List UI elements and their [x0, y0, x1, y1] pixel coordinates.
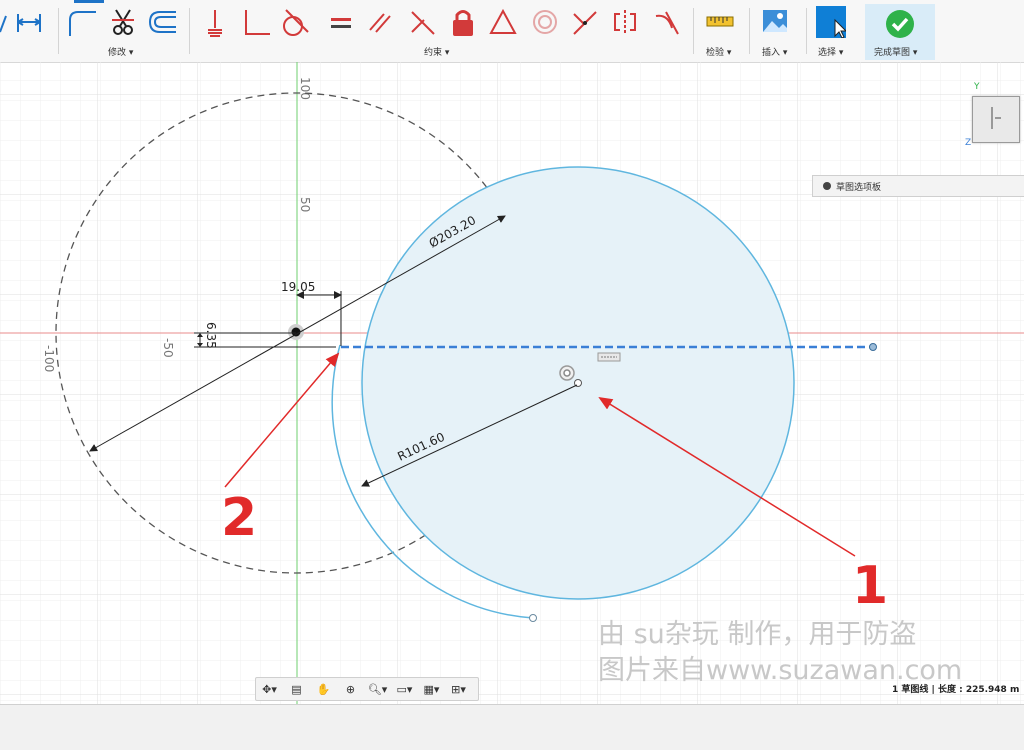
- horizontal-dimension-text[interactable]: 19.05: [281, 280, 315, 294]
- measure-ruler-icon[interactable]: [705, 6, 735, 38]
- axis-label-x-neg100: -100: [42, 345, 56, 372]
- finish-sketch-button[interactable]: 完成草图 ▾: [865, 4, 935, 60]
- watermark: 由 su杂玩 制作，用于防盗 图片来自www.suzawan.com: [598, 617, 962, 689]
- collinear-constraint-icon[interactable]: [408, 6, 438, 38]
- expand-plus-icon[interactable]: [823, 182, 831, 190]
- fix-lock-icon[interactable]: [448, 6, 478, 38]
- constraints-group-label[interactable]: 约束 ▾: [424, 45, 449, 58]
- dimension-icon[interactable]: [14, 6, 44, 38]
- symmetry-constraint-icon[interactable]: [610, 6, 640, 38]
- viewcube-axis-z: Z: [965, 138, 972, 148]
- separator: [806, 8, 807, 54]
- arc-endpoint[interactable]: [529, 614, 537, 622]
- sketch-canvas[interactable]: 100 50 -100 -50 Ø203.20 19.05 6.35 R101.…: [0, 62, 1024, 704]
- trim-scissors-icon[interactable]: [108, 6, 138, 38]
- finish-checkmark-icon: [886, 10, 914, 38]
- display-settings-icon[interactable]: ▭▾: [391, 679, 418, 699]
- orbit-icon[interactable]: ✥▾: [256, 679, 283, 699]
- pan-hand-icon[interactable]: ✋: [310, 679, 337, 699]
- insert-group-label[interactable]: 插入 ▾: [762, 45, 787, 58]
- toolbar: 修改 ▾ 约束 ▾ 检验 ▾ 插入 ▾ 选择 ▾ 完成草图 ▾: [0, 0, 1024, 63]
- insert-image-icon[interactable]: [760, 6, 790, 38]
- viewcube[interactable]: Y Z: [965, 82, 1024, 154]
- viewcube-axis-y: Y: [974, 82, 980, 92]
- parallel-constraint-icon[interactable]: [364, 6, 394, 38]
- annotation-number-1: 1: [852, 556, 888, 616]
- status-readout: 1 草图线 | 长度 : 225.948 m: [892, 685, 1020, 695]
- zoom-icon[interactable]: ⊕: [337, 679, 364, 699]
- navigation-bar: ✥▾ ▤ ✋ ⊕ 🔍︎▾ ▭▾ ▦▾ ⊞▾: [255, 677, 479, 701]
- separator: [749, 8, 750, 54]
- sketch-palette-label: 草图选项板: [836, 182, 882, 193]
- line-endpoint[interactable]: [869, 343, 877, 351]
- axis-label-y-100: 100: [298, 77, 312, 100]
- viewcube-face[interactable]: [972, 96, 1020, 143]
- midpoint-constraint-icon[interactable]: [570, 6, 600, 38]
- select-cursor-icon[interactable]: [816, 6, 850, 42]
- finish-sketch-label: 完成草图 ▾: [874, 48, 918, 58]
- circle-center-point[interactable]: [563, 369, 571, 377]
- vertical-dimension-text[interactable]: 6.35: [204, 322, 218, 349]
- fillet-icon[interactable]: [66, 6, 96, 38]
- watermark-line-1: 由 su杂玩 制作，用于防盗: [598, 619, 917, 650]
- sketch-palette[interactable]: 草图选项板: [812, 175, 1024, 197]
- separator: [189, 8, 190, 54]
- annotation-number-2: 2: [221, 488, 257, 548]
- axis-label-x-neg50: -50: [161, 338, 175, 358]
- axis-label-y-50: 50: [298, 197, 312, 212]
- triangle-constraint-icon[interactable]: [488, 6, 518, 38]
- inspect-group-label[interactable]: 检验 ▾: [706, 45, 731, 58]
- equal-constraint-icon[interactable]: [326, 6, 356, 38]
- bottom-bar: [0, 704, 1024, 750]
- viewports-icon[interactable]: ⊞▾: [445, 679, 472, 699]
- modify-group-label[interactable]: 修改 ▾: [108, 45, 133, 58]
- concentric-constraint-icon[interactable]: [530, 6, 560, 38]
- grid-settings-icon[interactable]: ▦▾: [418, 679, 445, 699]
- viewcube-face-mark: [995, 117, 1001, 119]
- offset-icon[interactable]: [146, 6, 176, 38]
- fit-zoom-icon[interactable]: 🔍︎▾: [364, 679, 391, 699]
- viewcube-face-mark: [991, 107, 993, 129]
- look-at-icon[interactable]: ▤: [283, 679, 310, 699]
- curvature-constraint-icon[interactable]: [652, 6, 682, 38]
- separator: [693, 8, 694, 54]
- coincident-constraint-icon[interactable]: [200, 6, 230, 38]
- select-group-label[interactable]: 选择 ▾: [818, 45, 843, 58]
- horizontal-constraint-glyph[interactable]: [597, 352, 621, 362]
- active-tool-indicator: [74, 0, 104, 3]
- perpendicular-constraint-icon[interactable]: [242, 6, 272, 38]
- tangent-constraint-icon[interactable]: [280, 6, 310, 38]
- separator: [58, 8, 59, 54]
